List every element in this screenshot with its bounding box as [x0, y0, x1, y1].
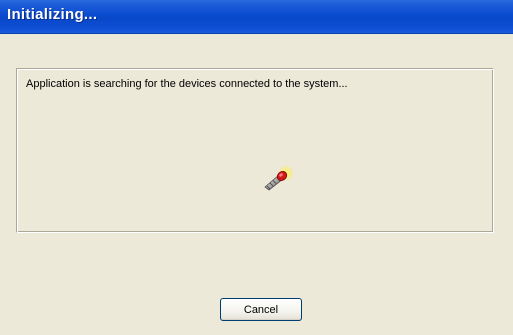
initializing-dialog: Initializing... Application is searching… [0, 0, 513, 335]
status-message: Application is searching for the devices… [26, 78, 348, 90]
cancel-button[interactable]: Cancel [220, 298, 302, 321]
title-bar: Initializing... [0, 0, 513, 34]
window-title: Initializing... [7, 6, 98, 23]
status-panel: Application is searching for the devices… [16, 68, 494, 233]
device-probe-icon [264, 165, 294, 191]
